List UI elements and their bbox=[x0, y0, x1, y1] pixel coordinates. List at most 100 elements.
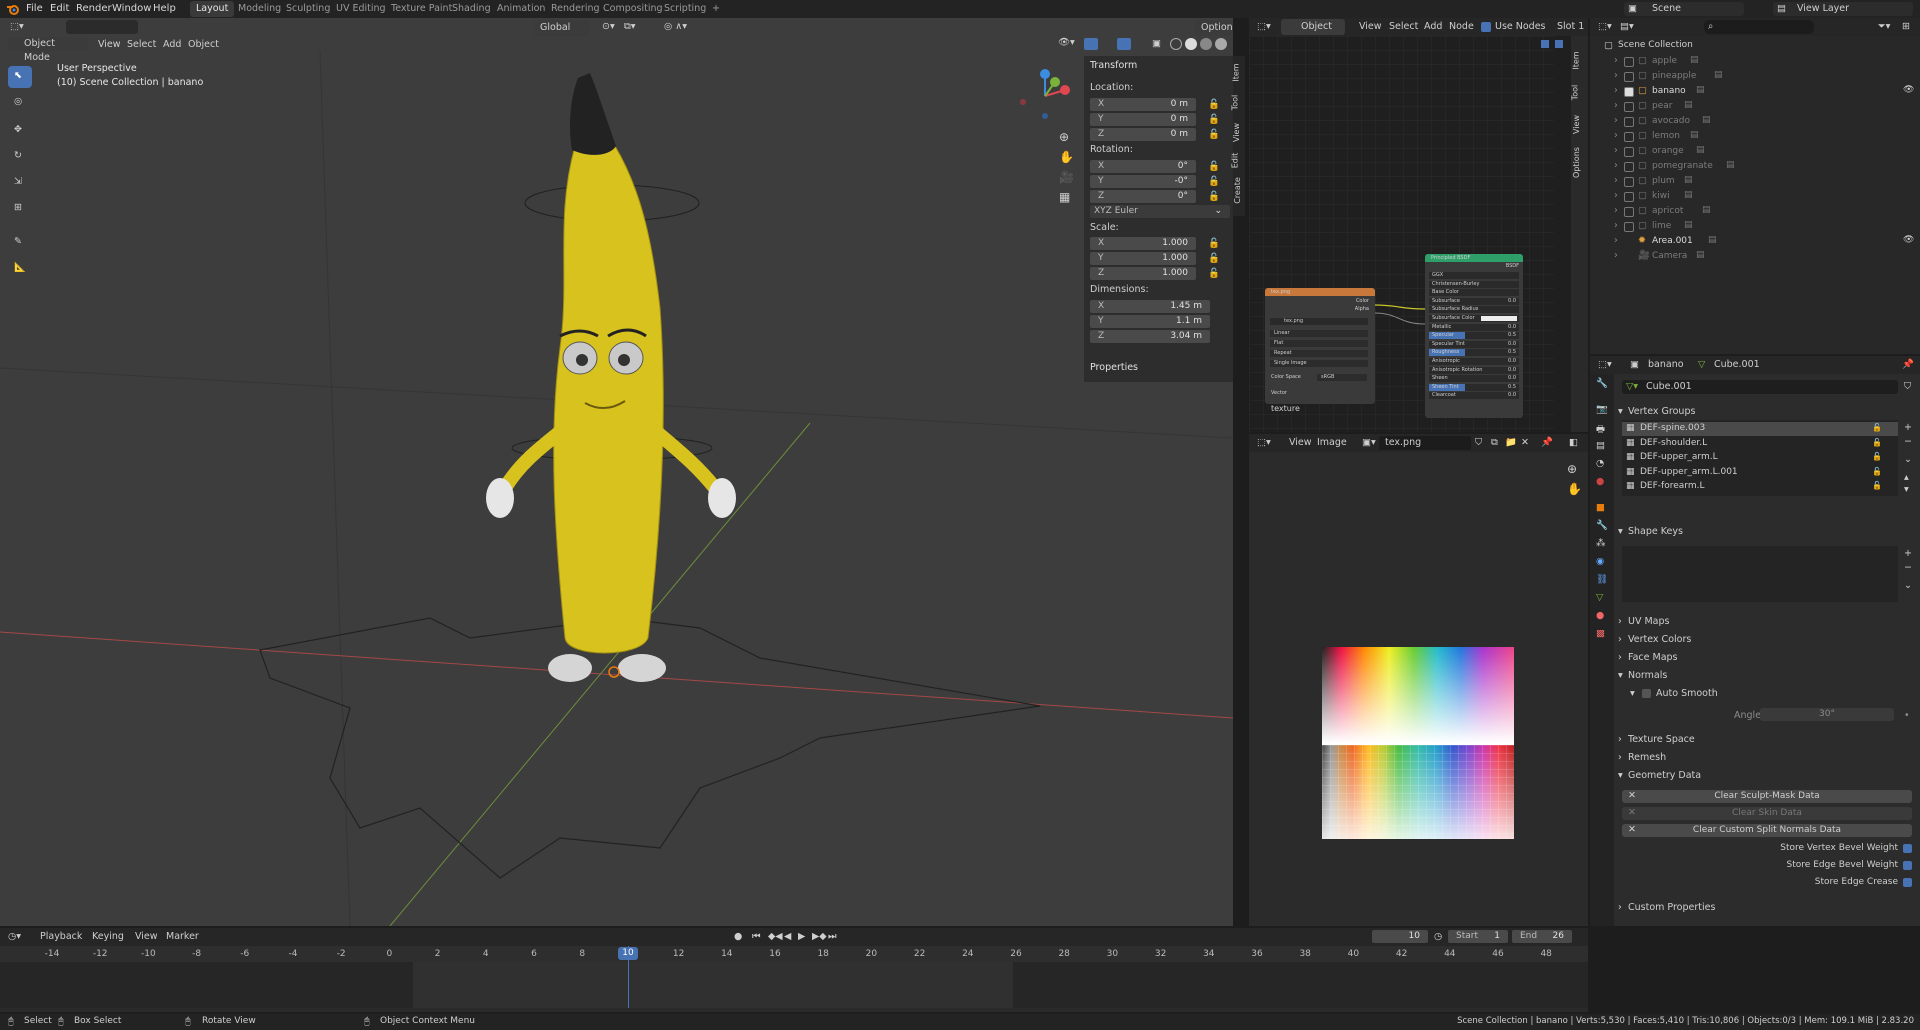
expand-arrow-icon[interactable]: › bbox=[1614, 190, 1618, 201]
clear-custom-normals-button[interactable]: ✕ Clear Custom Split Normals Data bbox=[1622, 824, 1912, 837]
outliner-item[interactable]: › ✹ Area.001 ▤ 👁 bbox=[1590, 234, 1920, 249]
pivot-icon[interactable]: ⊙▾ bbox=[602, 21, 615, 32]
expand-arrow-icon[interactable]: › bbox=[1614, 235, 1618, 246]
exclude-checkbox[interactable] bbox=[1624, 87, 1634, 97]
output-tab-icon[interactable]: 🖶 bbox=[1596, 422, 1605, 438]
texture-extension-field[interactable]: Repeat bbox=[1270, 350, 1368, 357]
shading-solid-icon[interactable] bbox=[1185, 38, 1197, 50]
play-icon[interactable]: ▶ bbox=[798, 931, 805, 942]
face-maps-panel[interactable]: Face Maps bbox=[1628, 652, 1678, 663]
move-down-icon[interactable]: ▾ bbox=[1904, 484, 1909, 495]
expand-arrow-icon[interactable]: › bbox=[1614, 205, 1618, 216]
properties-editor[interactable]: ⬚▾ ▣ banano ▽ Cube.001 📌 🔧 📷 🖶 ▤ ◔ ● ■ 🔧… bbox=[1590, 356, 1920, 926]
timeline[interactable]: ◷▾ Playback Keying View Marker ● ⏮ ◆◀ ◀ … bbox=[0, 928, 1588, 1012]
modifier-tab-icon[interactable]: 🔧 bbox=[1596, 520, 1608, 531]
texture-source-field[interactable]: Single Image bbox=[1270, 360, 1368, 367]
color-swatch[interactable] bbox=[1481, 316, 1517, 321]
bsdf-input-row[interactable]: Specular 0.5 bbox=[1429, 332, 1519, 340]
auto-smooth-checkbox[interactable] bbox=[1642, 689, 1651, 698]
add-icon[interactable]: + bbox=[1904, 422, 1912, 433]
shape-keys-title[interactable]: Shape Keys bbox=[1628, 526, 1683, 537]
location-y-field[interactable]: Y0 m bbox=[1090, 113, 1196, 126]
bsdf-input-row[interactable]: Subsurface Radius bbox=[1429, 306, 1519, 314]
dimensions-z-field[interactable]: Z 3.04 m bbox=[1090, 330, 1210, 343]
pin-icon[interactable]: 📌 bbox=[1541, 437, 1553, 448]
bsdf-input-row[interactable]: Roughness 0.5 bbox=[1429, 349, 1519, 357]
texture-interp-field[interactable]: Linear bbox=[1270, 330, 1368, 337]
outliner-root[interactable]: ▢ Scene Collection bbox=[1590, 38, 1920, 53]
expand-arrow-icon[interactable]: › bbox=[1614, 55, 1618, 66]
expand-arrow-icon[interactable]: › bbox=[1614, 70, 1618, 81]
viewport-menu-select[interactable]: Select bbox=[127, 39, 156, 50]
exclude-checkbox[interactable] bbox=[1624, 192, 1634, 202]
lock-icon[interactable]: 🔓 bbox=[1208, 114, 1220, 125]
vertex-group-item[interactable]: ▦ DEF-forearm.L 🔓 bbox=[1622, 480, 1898, 494]
editor-type-icon[interactable]: ◷▾ bbox=[8, 931, 21, 942]
snap-icon[interactable]: ⧉▾ bbox=[624, 21, 636, 32]
tab-create[interactable]: Create bbox=[1233, 177, 1242, 204]
bsdf-input-row[interactable]: GGX bbox=[1429, 272, 1519, 279]
clear-sculpt-mask-button[interactable]: ✕ Clear Sculpt-Mask Data bbox=[1622, 790, 1912, 803]
lock-icon[interactable]: 🔓 bbox=[1208, 176, 1220, 187]
tool-tab-icon[interactable]: 🔧 bbox=[1596, 378, 1608, 389]
view-layer-selector[interactable]: ▤ View Layer bbox=[1773, 2, 1913, 16]
viewport-menu-object[interactable]: Object bbox=[188, 39, 219, 50]
expand-arrow-icon[interactable]: › bbox=[1614, 250, 1618, 261]
timeline-menu-playback[interactable]: Playback bbox=[40, 931, 82, 942]
principled-bsdf-node[interactable]: Principled BSDF BSDF GGX Christensen-Burl… bbox=[1425, 254, 1523, 418]
material-tab-icon[interactable]: ● bbox=[1596, 610, 1604, 621]
shading-wireframe-icon[interactable] bbox=[1170, 38, 1182, 50]
editor-type-icon[interactable]: ⬚▾ bbox=[1257, 437, 1271, 448]
lock-icon[interactable]: 🔓 bbox=[1872, 452, 1882, 461]
editor-type-icon[interactable]: ⬚▾ bbox=[10, 21, 24, 32]
remove-icon[interactable]: − bbox=[1904, 436, 1912, 447]
scale-y-field[interactable]: Y 1.000 bbox=[1090, 252, 1196, 265]
new-collection-icon[interactable]: ⊞ bbox=[1902, 21, 1910, 32]
render-tab-icon[interactable]: 📷 bbox=[1596, 404, 1608, 415]
lock-icon[interactable]: 🔓 bbox=[1208, 99, 1220, 110]
outliner-item[interactable]: › ▢ lime ▤ bbox=[1590, 219, 1920, 234]
tab-item[interactable]: Item bbox=[1232, 63, 1241, 81]
lock-icon[interactable]: 🔓 bbox=[1208, 238, 1220, 249]
visibility-icon[interactable]: 👁▾ bbox=[1058, 37, 1075, 48]
rotation-mode-dropdown[interactable]: XYZ Euler ⌄ bbox=[1090, 205, 1230, 218]
bsdf-input-row[interactable]: Base Color bbox=[1429, 289, 1519, 297]
lock-icon[interactable]: 🔓 bbox=[1208, 129, 1220, 140]
expand-arrow-icon[interactable]: › bbox=[1614, 220, 1618, 231]
bsdf-input-row[interactable]: Subsurface 0.0 bbox=[1429, 297, 1519, 305]
scale-z-field[interactable]: Z 1.000 bbox=[1090, 267, 1196, 280]
exclude-checkbox[interactable] bbox=[1624, 147, 1634, 157]
exclude-checkbox[interactable] bbox=[1624, 222, 1634, 232]
vertex-group-item[interactable]: ▦ DEF-spine.003 🔓 bbox=[1622, 422, 1898, 436]
remesh-panel[interactable]: Remesh bbox=[1628, 752, 1666, 763]
lock-icon[interactable]: 🔓 bbox=[1208, 253, 1220, 264]
end-frame-field[interactable]: End 26 bbox=[1512, 930, 1572, 943]
texture-node[interactable]: tex.png Color Alpha tex.png Linear Flat … bbox=[1265, 288, 1375, 404]
constraints-tab-icon[interactable]: ⛓ bbox=[1596, 574, 1608, 585]
physics-tab-icon[interactable]: ◉ bbox=[1596, 556, 1604, 567]
vertex-group-item[interactable]: ▦ DEF-shoulder.L 🔓 bbox=[1622, 437, 1898, 451]
overlay-toggle-icon[interactable] bbox=[1117, 38, 1131, 50]
custom-properties-panel[interactable]: Custom Properties bbox=[1628, 902, 1715, 913]
texture-space-panel[interactable]: Texture Space bbox=[1628, 734, 1695, 745]
properties-object-name[interactable]: banano bbox=[1648, 359, 1684, 370]
bsdf-input-row[interactable]: Subsurface Color bbox=[1429, 315, 1519, 322]
tab-scripting[interactable]: Scripting bbox=[658, 1, 712, 17]
shader-node-editor[interactable]: ⬚▾ Object View Select Add Node Use Nodes… bbox=[1249, 18, 1588, 432]
start-frame-field[interactable]: Start 1 bbox=[1448, 930, 1508, 943]
outliner-item[interactable]: › ▢ avocado ▤ bbox=[1590, 114, 1920, 129]
timeline-menu-marker[interactable]: Marker bbox=[166, 931, 199, 942]
scale-x-field[interactable]: X 1.000 bbox=[1090, 237, 1196, 250]
play-reverse-icon[interactable]: ◀ bbox=[784, 931, 791, 942]
tab-edit[interactable]: Edit bbox=[1230, 153, 1239, 169]
exclude-checkbox[interactable] bbox=[1624, 117, 1634, 127]
lock-icon[interactable]: 🔓 bbox=[1872, 467, 1882, 476]
vertex-group-item[interactable]: ▦ DEF-upper_arm.L.001 🔓 bbox=[1622, 466, 1898, 480]
store-edge-crease-checkbox[interactable] bbox=[1903, 878, 1912, 887]
outliner-item[interactable]: › ▢ pomegranate ▤ bbox=[1590, 159, 1920, 174]
remove-icon[interactable]: − bbox=[1904, 562, 1912, 573]
display-mode-icon[interactable]: ▤▾ bbox=[1620, 21, 1634, 32]
orientation-dropdown[interactable]: Global bbox=[534, 20, 590, 36]
location-z-field[interactable]: Z0 m bbox=[1090, 128, 1196, 141]
lock-icon[interactable]: 🔓 bbox=[1872, 438, 1882, 447]
